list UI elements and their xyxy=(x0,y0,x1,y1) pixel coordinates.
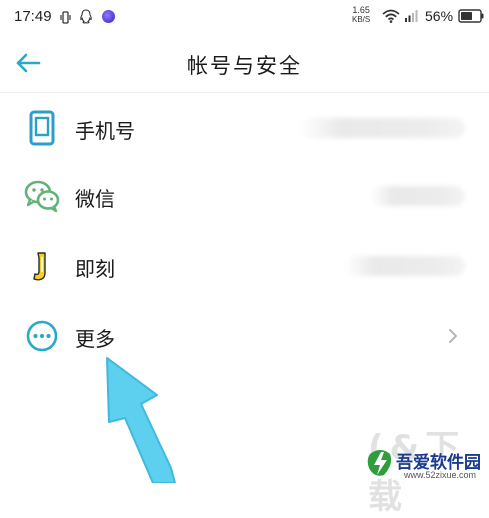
list-item-wechat[interactable]: 微信 xyxy=(0,162,489,230)
wifi-icon xyxy=(382,9,400,23)
net-speed-unit: KB/S xyxy=(352,15,371,24)
title-bar: 帐号与安全 xyxy=(0,34,489,93)
list-item-label: 微信 xyxy=(75,187,115,211)
wechat-icon xyxy=(24,180,60,213)
chevron-right-icon xyxy=(449,329,457,343)
blurred-value xyxy=(370,186,465,206)
list-item-label: 手机号 xyxy=(75,119,135,143)
status-time: 17:49 xyxy=(14,8,52,25)
vibrate-icon xyxy=(60,11,71,24)
net-speed-value: 1.65 xyxy=(352,5,370,15)
battery-percent: 56% xyxy=(425,8,454,24)
lightning-logo-icon xyxy=(367,450,392,476)
app-dot-icon xyxy=(102,10,115,23)
list-item-label: 更多 xyxy=(75,327,115,351)
jike-icon xyxy=(33,252,46,281)
status-bar: 17:49 1.65 KB/S 56% xyxy=(0,0,489,34)
list-item-label: 即刻 xyxy=(75,257,115,281)
list-item-phone[interactable]: 手机号 xyxy=(0,94,489,162)
watermark: 吾爱软件园 www.52zixue.com xyxy=(366,444,489,483)
annotation-arrow xyxy=(106,357,176,483)
list-item-jike[interactable]: 即刻 xyxy=(0,232,489,300)
blurred-value xyxy=(300,118,465,138)
list-item-more[interactable]: 更多 xyxy=(0,302,489,370)
watermark-url: www.52zixue.com xyxy=(404,470,477,480)
more-icon xyxy=(26,320,58,352)
blurred-value xyxy=(345,256,465,276)
phone-icon xyxy=(29,110,55,146)
battery-icon xyxy=(458,9,484,23)
page-title: 帐号与安全 xyxy=(187,54,302,78)
net-speed: 1.65 KB/S xyxy=(352,5,371,25)
signal-icon xyxy=(405,10,418,22)
qq-icon xyxy=(80,9,92,24)
